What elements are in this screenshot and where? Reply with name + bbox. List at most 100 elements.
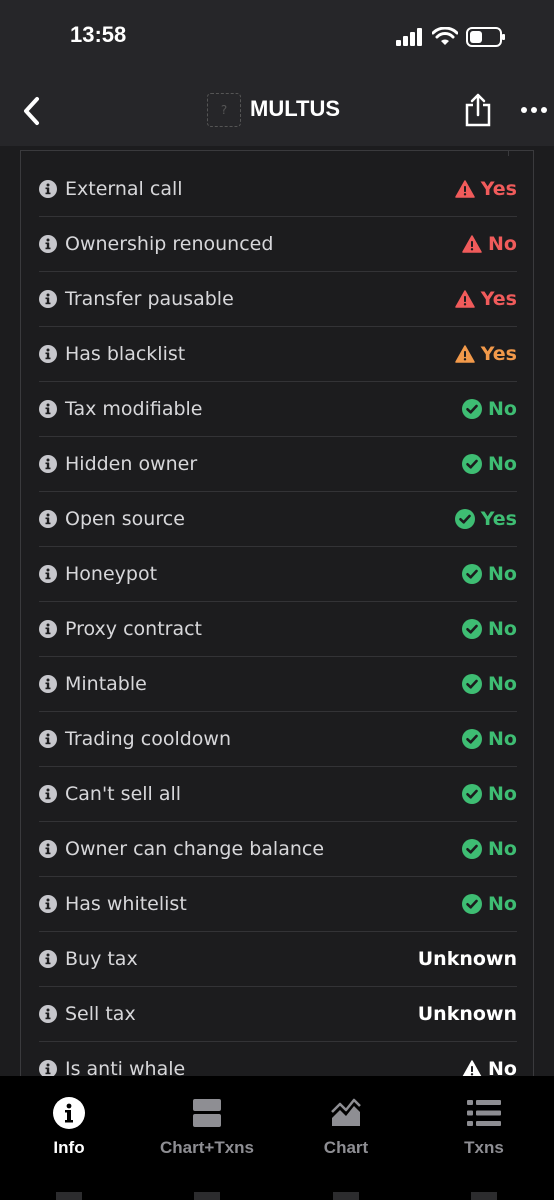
security-check-row: Proxy contract No (39, 602, 517, 657)
security-checks-list: External call Yes Ownership renounced No Tra… (39, 162, 517, 1076)
info-circle-icon[interactable] (39, 565, 57, 583)
info-button[interactable] (39, 675, 57, 693)
check-value-text: Unknown (417, 1003, 517, 1025)
check-value: No (462, 437, 517, 491)
check-circle-icon (462, 674, 483, 694)
info-circle-icon[interactable] (39, 345, 57, 363)
info-button[interactable] (39, 455, 57, 473)
token-logo-placeholder: ? (207, 93, 241, 127)
check-label: Mintable (65, 673, 147, 695)
info-circle-icon[interactable] (39, 400, 57, 418)
check-value: No (462, 657, 517, 711)
next-row-peek (194, 1192, 220, 1200)
check-value: No (462, 877, 517, 931)
info-button[interactable] (39, 400, 57, 418)
info-circle-icon[interactable] (39, 785, 57, 803)
info-circle-icon[interactable] (39, 290, 57, 308)
token-logo-placeholder-glyph: ? (220, 103, 228, 117)
check-value-text: No (488, 453, 517, 475)
check-value-text: Yes (480, 508, 517, 530)
security-check-row: Has whitelist No (39, 877, 517, 932)
check-value-text: No (488, 398, 517, 420)
check-circle-icon (462, 454, 483, 474)
info-button[interactable] (39, 895, 57, 913)
check-label: External call (65, 178, 183, 200)
check-value: Unknown (418, 932, 517, 986)
tab-chart-txns[interactable]: Chart+Txns (138, 1096, 276, 1158)
info-button[interactable] (39, 290, 57, 308)
info-button[interactable] (39, 620, 57, 638)
info-circle-icon[interactable] (39, 235, 57, 253)
check-value: No (462, 547, 517, 601)
warning-triangle-icon (455, 345, 475, 363)
check-label: Has whitelist (65, 893, 187, 915)
security-check-row: Is anti whale No (39, 1042, 517, 1076)
check-circle-icon (462, 619, 483, 639)
check-label: Transfer pausable (65, 288, 234, 310)
info-button[interactable] (39, 1060, 57, 1076)
tab-chart[interactable]: Chart (277, 1096, 415, 1158)
info-button[interactable] (39, 345, 57, 363)
check-value-text: No (488, 728, 517, 750)
check-value-text: No (488, 783, 517, 805)
info-button[interactable] (39, 235, 57, 253)
info-circle-icon[interactable] (39, 950, 57, 968)
security-check-row: Buy tax Unknown (39, 932, 517, 987)
security-check-row: Can't sell all No (39, 767, 517, 822)
share-button[interactable] (462, 90, 494, 130)
info-button[interactable] (39, 510, 57, 528)
info-circle-icon[interactable] (39, 675, 57, 693)
check-value-text: No (488, 1058, 517, 1076)
tab-chart-txns-label: Chart+Txns (160, 1138, 254, 1157)
status-bar: 13:58 (0, 0, 554, 76)
share-icon (465, 93, 491, 127)
info-button[interactable] (39, 730, 57, 748)
tab-info-label: Info (53, 1138, 85, 1157)
check-value: Yes (455, 272, 517, 326)
info-circle-icon[interactable] (39, 455, 57, 473)
info-circle-icon[interactable] (39, 895, 57, 913)
cellular-signal-icon (396, 28, 422, 46)
warning-triangle-icon (455, 180, 475, 198)
info-button[interactable] (39, 1005, 57, 1023)
info-button[interactable] (39, 840, 57, 858)
info-circle-icon[interactable] (39, 1005, 57, 1023)
check-value: No (462, 382, 517, 436)
status-time: 13:58 (70, 22, 127, 47)
check-circle-icon (462, 784, 483, 804)
info-button[interactable] (39, 180, 57, 198)
next-row-peek (56, 1192, 82, 1200)
check-value-text: Unknown (417, 948, 517, 970)
check-value-text: No (488, 838, 517, 860)
tab-info[interactable]: Info (0, 1096, 138, 1158)
back-button[interactable] (16, 93, 46, 129)
tab-txns[interactable]: Txns (415, 1096, 553, 1158)
more-options-button[interactable] (518, 100, 550, 120)
info-circle-icon[interactable] (39, 620, 57, 638)
list-icon (467, 1100, 501, 1126)
info-circle-icon[interactable] (39, 180, 57, 198)
check-label: Open source (65, 508, 185, 530)
check-label: Has blacklist (65, 343, 186, 365)
check-label: Buy tax (65, 948, 138, 970)
info-circle-icon[interactable] (39, 840, 57, 858)
check-value-text: Yes (480, 343, 517, 365)
info-button[interactable] (39, 565, 57, 583)
security-check-row: Sell tax Unknown (39, 987, 517, 1042)
bottom-tab-bar: Info Chart+Txns Chart Txns (0, 1076, 554, 1200)
info-circle-icon[interactable] (39, 510, 57, 528)
check-label: Tax modifiable (65, 398, 203, 420)
info-circle-icon[interactable] (39, 730, 57, 748)
check-value: No (462, 822, 517, 876)
security-info-content[interactable]: External call Yes Ownership renounced No Tra… (0, 146, 554, 1076)
check-label: Owner can change balance (65, 838, 325, 860)
check-value-text: No (488, 233, 517, 255)
check-label: Proxy contract (65, 618, 202, 640)
security-check-row: External call Yes (39, 162, 517, 217)
info-button[interactable] (39, 950, 57, 968)
page-title: MULTUS (250, 96, 341, 121)
info-circle-icon[interactable] (39, 1060, 57, 1076)
chevron-left-icon (24, 97, 39, 125)
check-label: Honeypot (65, 563, 158, 585)
info-button[interactable] (39, 785, 57, 803)
